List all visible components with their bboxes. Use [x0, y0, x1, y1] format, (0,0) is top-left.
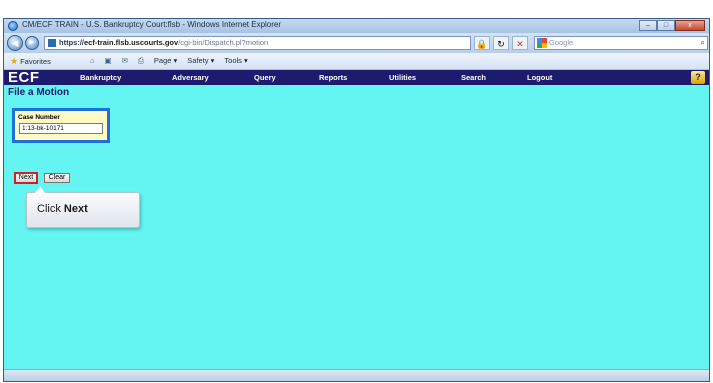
site-favicon-icon: [48, 39, 56, 47]
menu-query[interactable]: Query: [254, 73, 276, 82]
back-button[interactable]: ◀: [7, 35, 23, 51]
page-content: ECF Bankruptcy Adversary Query Reports U…: [4, 70, 709, 381]
forward-button[interactable]: ▶: [25, 36, 39, 50]
menu-bankruptcy[interactable]: Bankruptcy: [80, 73, 121, 82]
case-number-input[interactable]: [19, 123, 103, 134]
feeds-icon[interactable]: ▣: [105, 56, 112, 66]
browser-window: CM/ECF TRAIN - U.S. Bankruptcy Court:fls…: [3, 18, 710, 382]
status-bar: [4, 369, 709, 381]
lock-icon[interactable]: 🔒: [474, 36, 490, 50]
mail-icon[interactable]: ✉: [122, 56, 128, 66]
page-title: File a Motion: [8, 87, 70, 98]
ecf-logo[interactable]: ECF: [8, 70, 40, 85]
minimize-button[interactable]: –: [639, 20, 657, 31]
home-icon[interactable]: ⌂: [90, 56, 95, 66]
page-menu[interactable]: Page ▾: [154, 56, 177, 66]
search-input[interactable]: Google ⌕: [534, 36, 708, 50]
callout-text: Click Next: [37, 203, 88, 215]
menu-search[interactable]: Search: [461, 73, 486, 82]
address-bar[interactable]: https://ecf-train.flsb.uscourts.gov/cgi-…: [44, 36, 471, 50]
address-bar-actions: 🔒 ↻ ✕: [474, 36, 528, 50]
internet-explorer-icon: [8, 21, 18, 31]
help-icon[interactable]: ?: [691, 71, 705, 84]
menu-utilities[interactable]: Utilities: [389, 73, 416, 82]
menu-logout[interactable]: Logout: [527, 73, 552, 82]
window-controls: – □ x: [639, 20, 705, 31]
refresh-icon[interactable]: ↻: [493, 36, 509, 50]
menu-adversary[interactable]: Adversary: [172, 73, 209, 82]
menu-reports[interactable]: Reports: [319, 73, 347, 82]
instruction-callout: Click Next: [26, 186, 140, 228]
case-number-label: Case Number: [18, 114, 60, 121]
tools-menu[interactable]: Tools ▾: [224, 56, 247, 66]
case-number-highlight: Case Number: [12, 108, 110, 143]
command-items: ⌂ ▣ ✉ ⎙ Page ▾ Safety ▾ Tools ▾: [90, 56, 248, 66]
url-domain: ecf-train.flsb.uscourts.gov: [84, 38, 179, 47]
print-icon[interactable]: ⎙: [138, 56, 144, 66]
favorites-label: Favorites: [20, 57, 51, 66]
url-protocol: https://: [59, 38, 84, 47]
close-button[interactable]: x: [675, 20, 705, 31]
stop-icon[interactable]: ✕: [512, 36, 528, 50]
title-bar: CM/ECF TRAIN - U.S. Bankruptcy Court:fls…: [4, 19, 709, 33]
ecf-menu-bar: ECF Bankruptcy Adversary Query Reports U…: [4, 70, 709, 85]
star-icon: ★: [10, 56, 19, 66]
window-title: CM/ECF TRAIN - U.S. Bankruptcy Court:fls…: [22, 20, 282, 29]
command-bar: ★ Favorites ⌂ ▣ ✉ ⎙ Page ▾ Safety ▾ Tools…: [4, 53, 709, 70]
callout-pointer: [35, 186, 45, 193]
search-icon[interactable]: ⌕: [701, 37, 705, 49]
address-toolbar: ◀ ▶ https://ecf-train.flsb.uscourts.gov/…: [4, 33, 709, 53]
clear-button[interactable]: Clear: [44, 173, 70, 183]
url-path: /cgi-bin/Dispatch.pl?motion: [178, 38, 269, 47]
favorites-button[interactable]: ★ Favorites: [10, 56, 51, 67]
safety-menu[interactable]: Safety ▾: [187, 56, 214, 66]
callout-emphasis: Next: [63, 203, 88, 215]
google-icon: [537, 38, 547, 48]
search-placeholder: Google: [549, 38, 574, 47]
maximize-button[interactable]: □: [657, 20, 675, 31]
callout-prefix: Click: [37, 203, 64, 215]
next-button[interactable]: Next: [14, 172, 38, 184]
